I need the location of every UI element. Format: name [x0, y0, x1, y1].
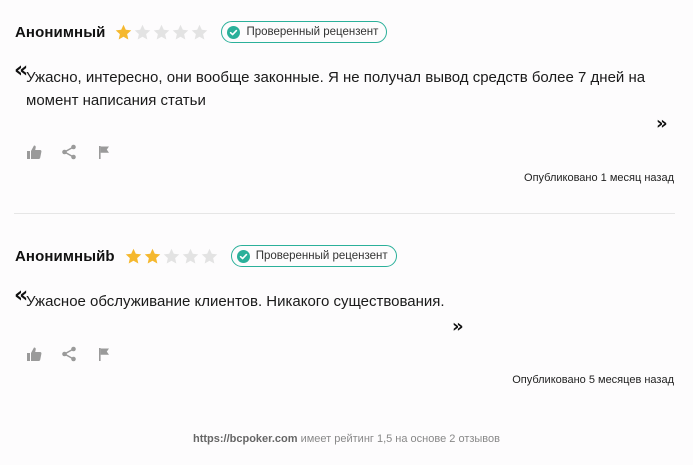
review-actions: [26, 144, 131, 160]
star-icon: [133, 23, 152, 42]
review-actions: [26, 346, 131, 362]
star-icon: [114, 23, 133, 42]
rating-summary-text: имеет рейтинг 1,5 на основе 2 отзывов: [297, 433, 500, 445]
star-icon: [200, 247, 219, 266]
thumbs-up-icon[interactable]: [26, 346, 42, 362]
review-header: Анонимный Проверенный рецензент: [15, 20, 388, 44]
review-text: Ужасное обслуживание клиентов. Никакого …: [26, 293, 445, 310]
verified-badge: Проверенный рецензент: [221, 21, 388, 43]
site-link[interactable]: https://bcpoker.com: [193, 433, 298, 445]
review-author: Анонимныйb: [15, 247, 115, 265]
review-header: Анонимныйb Проверенный рецензент: [15, 244, 397, 268]
close-quote-mark: »: [452, 316, 464, 337]
review-text: Ужасно, интересно, они вообще законные. …: [26, 69, 646, 109]
star-icon: [152, 23, 171, 42]
verified-badge: Проверенный рецензент: [230, 245, 397, 267]
thumbs-up-icon[interactable]: [26, 144, 42, 160]
published-date: Опубликовано 5 месяцев назад: [512, 374, 674, 386]
close-quote-mark: »: [656, 113, 668, 134]
check-circle-icon: [236, 249, 250, 263]
star-rating: [114, 23, 209, 42]
review-card: Анонимный Проверенный рецензент « Ужасно…: [0, 0, 693, 214]
star-icon: [124, 247, 143, 266]
share-icon[interactable]: [61, 346, 77, 362]
star-icon: [162, 247, 181, 266]
share-icon[interactable]: [61, 144, 77, 160]
verified-badge-label: Проверенный рецензент: [255, 250, 388, 262]
rating-summary: https://bcpoker.com имеет рейтинг 1,5 на…: [0, 433, 693, 445]
review-author: Анонимный: [15, 23, 106, 41]
check-circle-icon: [227, 25, 241, 39]
star-rating: [124, 247, 219, 266]
star-icon: [190, 23, 209, 42]
star-icon: [181, 247, 200, 266]
flag-icon[interactable]: [96, 346, 112, 362]
published-date: Опубликовано 1 месяц назад: [524, 172, 674, 184]
star-icon: [171, 23, 190, 42]
review-card: Анонимныйb Проверенный рецензент « Ужасн…: [0, 214, 693, 404]
verified-badge-label: Проверенный рецензент: [246, 26, 379, 38]
flag-icon[interactable]: [96, 144, 112, 160]
star-icon: [143, 247, 162, 266]
